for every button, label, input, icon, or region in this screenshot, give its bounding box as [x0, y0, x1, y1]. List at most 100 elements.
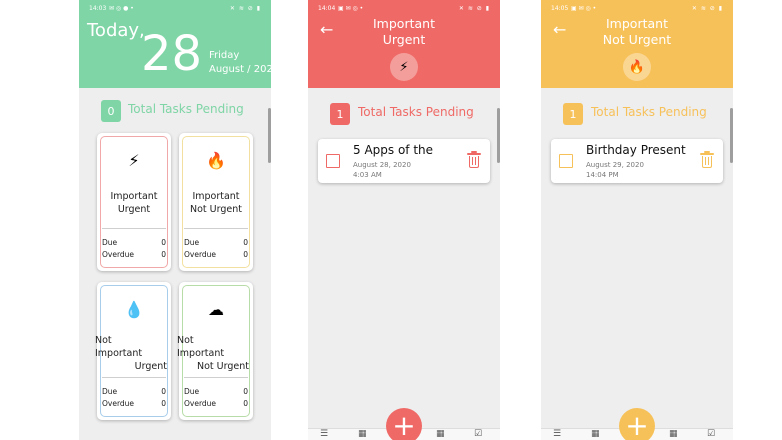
due-row: Due 0	[102, 387, 166, 396]
category-title: Important Not Urgent	[571, 16, 703, 49]
status-bar: 14:03 ✉ ◎ ● • ✕ ≋ ⊘ ▮	[89, 4, 261, 14]
category-title-line: Urgent	[134, 360, 167, 372]
divider	[184, 377, 248, 378]
overdue-count: 0	[243, 250, 248, 259]
overdue-row: Overdue 0	[184, 399, 248, 408]
status-time: 14:05	[551, 5, 569, 12]
checkbox-icon[interactable]: ☑	[474, 430, 482, 439]
calendar-icon[interactable]: ▦	[669, 430, 678, 439]
overdue-row: Overdue 0	[102, 250, 166, 259]
category-title-line: Important	[110, 191, 158, 202]
due-count: 0	[161, 238, 166, 247]
category-title-line: Not Urgent	[602, 32, 672, 48]
pending-label: Total Tasks Pending	[591, 105, 707, 119]
task-checkbox[interactable]	[326, 154, 340, 168]
category-title-line: Important	[192, 191, 240, 202]
scrollbar[interactable]	[730, 108, 733, 163]
category-title: Important Urgent	[97, 191, 171, 217]
checkbox-icon[interactable]: ☑	[707, 430, 715, 439]
category-card[interactable]: 💧 Not Important Urgent Due 0 Overdue 0	[95, 282, 171, 420]
divider	[102, 228, 166, 229]
pending-summary: 1 Total Tasks Pending	[308, 102, 500, 126]
pending-count-badge: 1	[330, 103, 350, 125]
task-time: 14:04 PM	[586, 171, 619, 179]
category-screen-important-not-urgent: 14:05 ▣ ✉ ◎ • ✕ ≋ ⊘ ▮ ← Important Not Ur…	[541, 0, 733, 440]
dashboard-screen: 14:03 ✉ ◎ ● • ✕ ≋ ⊘ ▮ Today, 28 Friday A…	[79, 0, 271, 440]
due-count: 0	[243, 238, 248, 247]
back-arrow-icon[interactable]: ←	[553, 20, 566, 39]
category-title-line: Not Urgent	[190, 203, 242, 215]
category-title-line: Urgent	[117, 203, 151, 215]
notification-icons: ▣ ✉ ◎ •	[338, 5, 364, 12]
divider	[102, 377, 166, 378]
due-label: Due	[102, 238, 118, 247]
list-icon[interactable]: ☰	[320, 430, 328, 439]
overdue-count: 0	[161, 250, 166, 259]
category-title-line: Not Urgent	[197, 360, 249, 372]
calendar-icon[interactable]: ▦	[358, 430, 367, 439]
overdue-label: Overdue	[102, 250, 135, 259]
trash-icon[interactable]	[467, 151, 481, 169]
task-card[interactable]: 5 Apps of the August 28, 2020 4:03 AM	[318, 139, 490, 183]
lightning-icon: ⚡	[128, 151, 140, 170]
scrollbar[interactable]	[268, 108, 271, 163]
month-year-label: August / 2020	[209, 64, 271, 75]
pending-summary: 0 Total Tasks Pending	[79, 99, 271, 123]
overdue-row: Overdue 0	[184, 250, 248, 259]
date-header: 14:03 ✉ ◎ ● • ✕ ≋ ⊘ ▮ Today, 28 Friday A…	[79, 0, 271, 88]
add-task-button[interactable]: +	[619, 408, 655, 440]
due-label: Due	[184, 238, 200, 247]
category-card[interactable]: 🔥 Important Not Urgent Due 0 Overdue 0	[179, 133, 253, 271]
status-time: 14:04	[318, 5, 336, 12]
due-row: Due 0	[184, 238, 248, 247]
system-icons: ✕ ≋ ⊘ ▮	[229, 5, 261, 12]
system-icons: ✕ ≋ ⊘ ▮	[691, 5, 723, 12]
day-number: 28	[141, 26, 203, 82]
overdue-label: Overdue	[102, 399, 135, 408]
due-label: Due	[102, 387, 118, 396]
notification-icons: ✉ ◎ ● •	[109, 5, 134, 12]
task-title: 5 Apps of the	[353, 143, 434, 157]
trash-icon[interactable]	[700, 151, 714, 169]
lightning-icon: ⚡	[390, 53, 418, 81]
task-checkbox[interactable]	[559, 154, 573, 168]
overdue-row: Overdue 0	[102, 399, 166, 408]
pending-label: Total Tasks Pending	[128, 102, 244, 116]
category-header: 14:04 ▣ ✉ ◎ • ✕ ≋ ⊘ ▮ ← Important Urgent…	[308, 0, 500, 88]
due-count: 0	[161, 387, 166, 396]
list-icon[interactable]: ☰	[553, 430, 561, 439]
water-drop-icon: 💧	[124, 300, 144, 319]
scrollbar[interactable]	[497, 108, 500, 163]
pending-count-badge: 1	[563, 103, 583, 125]
task-card[interactable]: Birthday Present August 29, 2020 14:04 P…	[551, 139, 723, 183]
category-card[interactable]: ☁ Not Important Not Urgent Due 0 Overdue 0	[177, 282, 253, 420]
task-date: August 29, 2020	[586, 161, 644, 169]
category-title: Important Urgent	[338, 16, 470, 49]
task-date: August 28, 2020	[353, 161, 411, 169]
cloud-icon: ☁	[208, 300, 224, 319]
pending-count-badge: 0	[101, 100, 121, 122]
pending-label: Total Tasks Pending	[358, 105, 474, 119]
category-title-line: Not	[177, 335, 194, 346]
overdue-label: Overdue	[184, 250, 217, 259]
status-time: 14:03	[89, 5, 107, 12]
calendar-icon[interactable]: ▦	[591, 430, 600, 439]
task-time: 4:03 AM	[353, 171, 382, 179]
category-title-line: Not	[95, 335, 112, 346]
due-row: Due 0	[184, 387, 248, 396]
notification-icons: ▣ ✉ ◎ •	[571, 5, 597, 12]
calendar-icon[interactable]: ▦	[436, 430, 445, 439]
task-title: Birthday Present	[586, 143, 686, 157]
fire-icon: 🔥	[623, 53, 651, 81]
category-title-line: Important	[373, 16, 435, 31]
pending-summary: 1 Total Tasks Pending	[541, 102, 733, 126]
status-bar: 14:04 ▣ ✉ ◎ • ✕ ≋ ⊘ ▮	[318, 4, 490, 14]
system-icons: ✕ ≋ ⊘ ▮	[458, 5, 490, 12]
category-title: Important Not Urgent	[179, 191, 253, 217]
due-count: 0	[243, 387, 248, 396]
category-header: 14:05 ▣ ✉ ◎ • ✕ ≋ ⊘ ▮ ← Important Not Ur…	[541, 0, 733, 88]
add-task-button[interactable]: +	[386, 408, 422, 440]
overdue-count: 0	[243, 399, 248, 408]
back-arrow-icon[interactable]: ←	[320, 20, 333, 39]
category-card[interactable]: ⚡ Important Urgent Due 0 Overdue 0	[97, 133, 171, 271]
